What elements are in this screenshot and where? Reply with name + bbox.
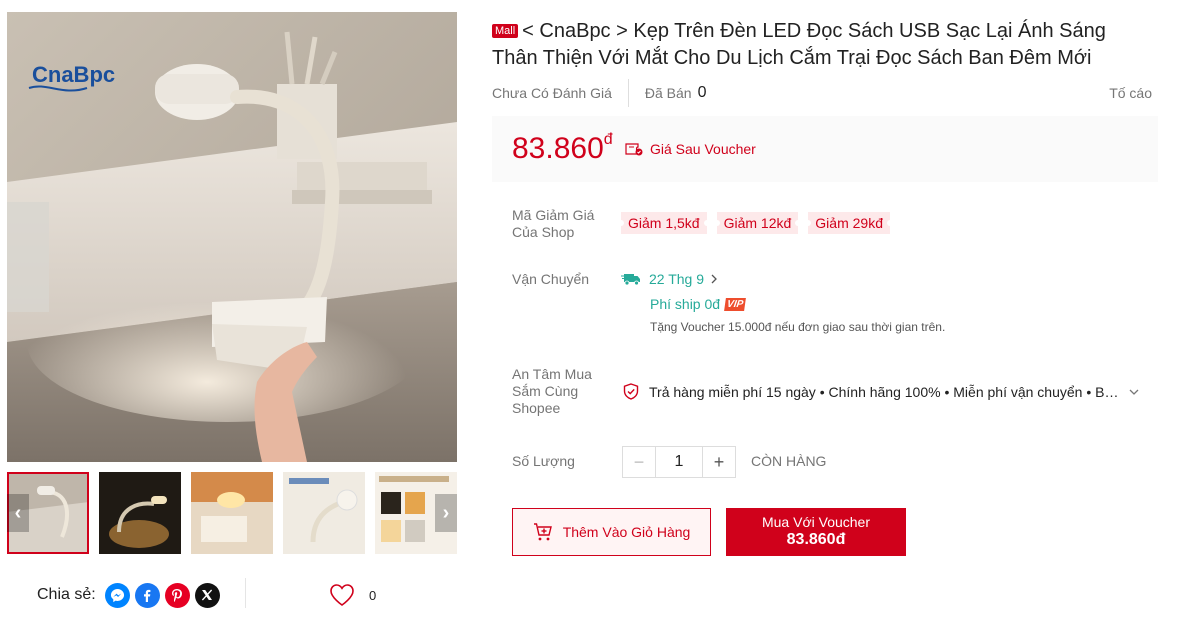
shipping-label: Vận Chuyển — [512, 271, 590, 287]
shipping-date-row[interactable]: 22 Thg 9 — [621, 271, 718, 287]
shield-check-icon — [623, 383, 639, 400]
thumbnail-2[interactable] — [99, 472, 181, 554]
thumbnail-prev-button[interactable]: ‹ — [7, 494, 29, 532]
voucher-chip[interactable]: Giảm 1,5kđ — [621, 212, 707, 234]
mall-badge: Mall — [492, 24, 519, 38]
product-main-image[interactable]: CnaBpc — [7, 12, 457, 462]
shipping-fee-row: Phí ship 0đ VIP — [650, 296, 747, 312]
shipping-date: 22 Thg 9 — [649, 271, 705, 287]
quantity-decrease-button[interactable]: − — [623, 447, 655, 477]
shipping-note: Tặng Voucher 15.000đ nếu đơn giao sau th… — [650, 320, 946, 334]
product-title: Mall < CnaBpc > Kẹp Trên Đèn LED Đọc Sách… — [492, 18, 1132, 72]
price-box: 83.860đ Giá Sau Voucher — [492, 116, 1158, 182]
like-button[interactable]: 0 — [329, 583, 376, 607]
buy-button-label: Mua Với Voucher — [761, 514, 870, 530]
thumbnail-next-button[interactable]: › — [435, 494, 457, 532]
voucher-chip[interactable]: Giảm 29kđ — [808, 212, 890, 234]
thumbnail-3[interactable] — [191, 472, 273, 554]
messenger-icon[interactable] — [104, 582, 130, 608]
shop-voucher-label: Mã Giảm Giá Của Shop — [512, 207, 595, 240]
rating-text: Chưa Có Đánh Giá — [492, 85, 612, 101]
meta-divider — [627, 79, 629, 107]
share-label: Chia sẻ: — [37, 586, 96, 603]
pinterest-icon[interactable] — [164, 582, 190, 608]
facebook-icon[interactable] — [134, 582, 160, 608]
chevron-right-icon — [710, 272, 718, 287]
voucher-ticket-icon — [625, 143, 643, 156]
shipping-fee: Phí ship 0đ — [650, 296, 721, 312]
add-to-cart-button[interactable]: Thêm Vào Giỏ Hàng — [512, 508, 711, 556]
thumbnail-4[interactable] — [283, 472, 365, 554]
voucher-price-tag[interactable]: Giá Sau Voucher — [625, 141, 756, 157]
chevron-down-icon — [1129, 385, 1139, 399]
add-to-cart-label: Thêm Vào Giỏ Hàng — [562, 524, 691, 540]
quantity-label: Số Lượng — [512, 453, 575, 469]
quantity-increase-button[interactable]: + — [703, 447, 735, 477]
share-divider — [245, 578, 246, 608]
product-title-text: < CnaBpc > Kẹp Trên Đèn LED Đọc Sách USB… — [492, 20, 1106, 69]
shop-voucher-list: Giảm 1,5kđ Giảm 12kđ Giảm 29kđ — [621, 212, 900, 234]
report-link[interactable]: Tố cáo — [1109, 85, 1152, 101]
share-row: Chia sẻ: — [37, 582, 220, 608]
vip-badge: VIP — [724, 297, 747, 311]
price-value: 83.860 — [512, 132, 604, 165]
delivery-truck-icon — [621, 274, 640, 286]
buy-with-voucher-button[interactable]: Mua Với Voucher 83.860đ — [726, 508, 906, 556]
heart-icon — [330, 584, 354, 606]
voucher-price-label: Giá Sau Voucher — [650, 141, 756, 157]
svg-text:CnaBpc: CnaBpc — [32, 62, 115, 87]
thumbnail-strip: ‹ › — [7, 472, 457, 554]
sold-value: 0 — [697, 84, 707, 101]
brand-logo: CnaBpc — [28, 62, 115, 92]
quantity-stepper: − 1 + — [622, 446, 736, 478]
assurance-label: An Tâm Mua Sắm Cùng Shopee — [512, 366, 592, 416]
like-count: 0 — [369, 587, 377, 603]
x-twitter-icon[interactable] — [194, 582, 220, 608]
price-currency: đ — [603, 131, 613, 148]
cart-plus-icon — [533, 523, 552, 541]
assurance-row[interactable]: Trả hàng miễn phí 15 ngày • Chính hãng 1… — [623, 383, 1143, 400]
voucher-chip[interactable]: Giảm 12kđ — [716, 212, 799, 234]
quantity-input[interactable]: 1 — [655, 447, 703, 477]
assurance-text: Trả hàng miễn phí 15 ngày • Chính hãng 1… — [649, 383, 1121, 400]
price: 83.860đ — [512, 131, 613, 166]
product-meta: Chưa Có Đánh Giá Đã Bán 0 Tố cáo — [492, 79, 1152, 107]
buy-button-price: 83.860đ — [786, 531, 846, 548]
sold-label: Đã Bán — [644, 85, 692, 101]
stock-status: CÒN HÀNG — [751, 453, 827, 469]
